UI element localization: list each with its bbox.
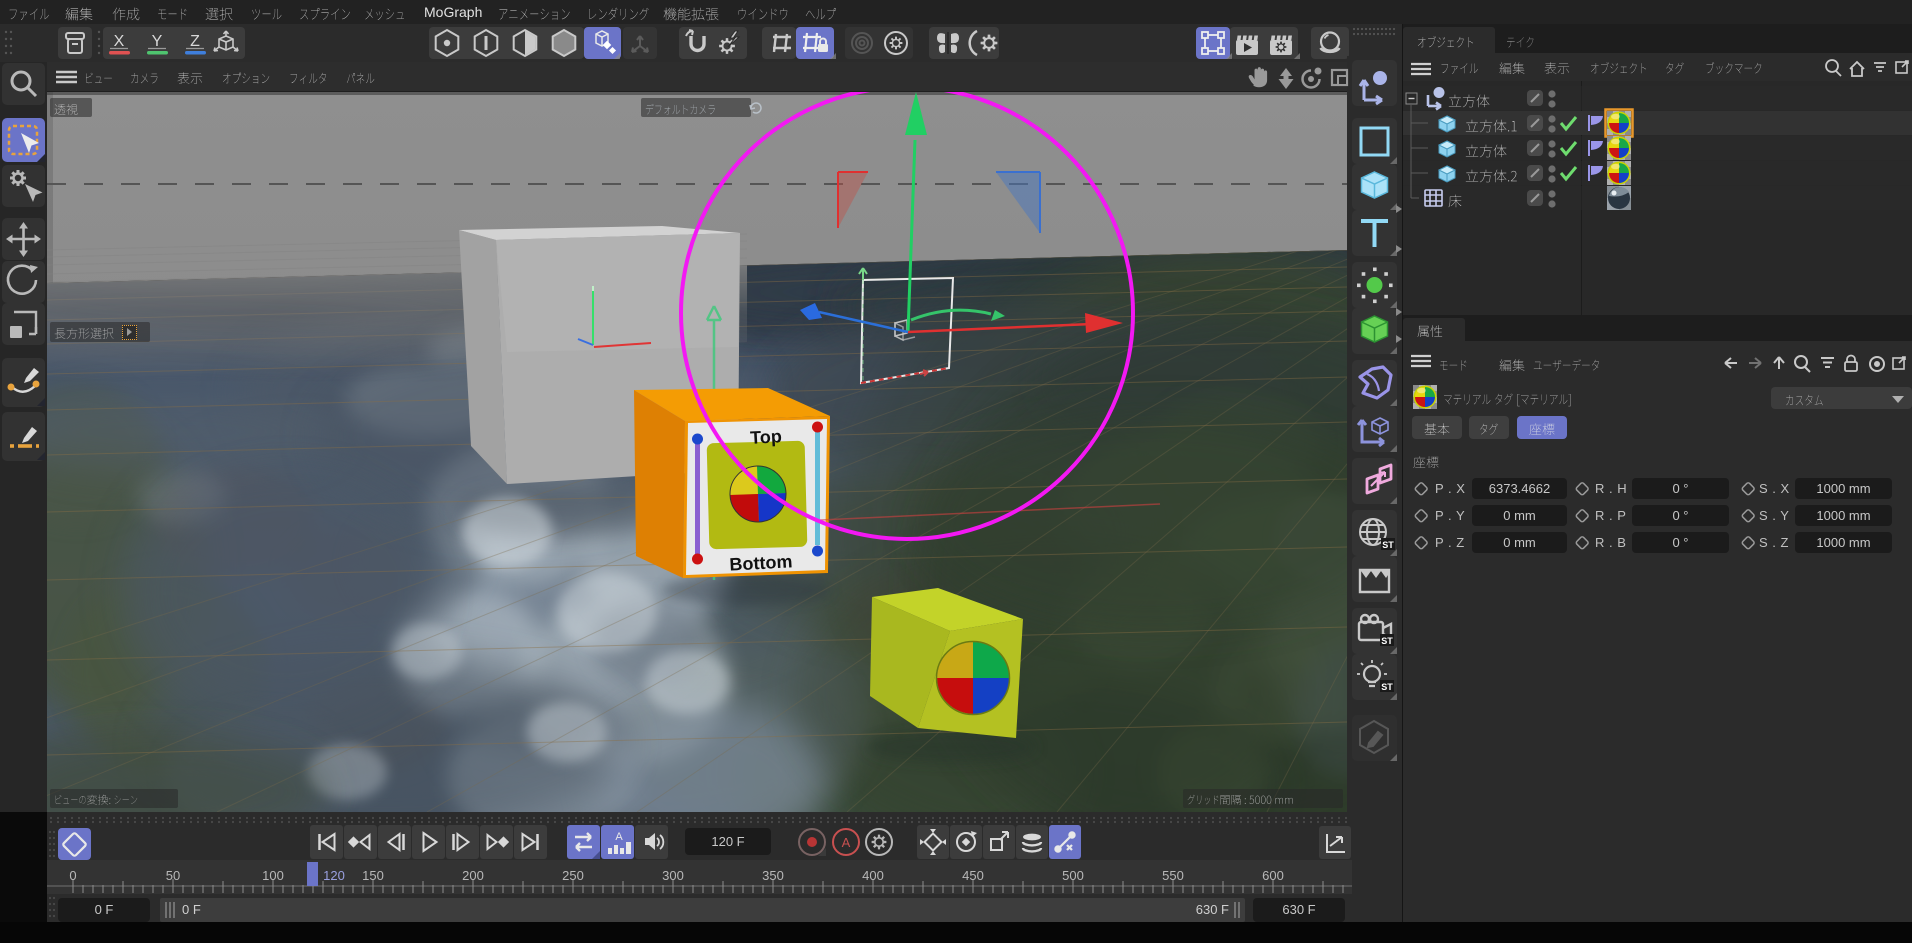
- svg-text:120: 120: [323, 868, 345, 883]
- svg-text:630 F: 630 F: [1196, 902, 1229, 917]
- svg-text:450: 450: [962, 868, 984, 883]
- svg-text:150: 150: [362, 868, 384, 883]
- svg-text:0 F: 0 F: [182, 902, 201, 917]
- svg-text:Top: Top: [750, 426, 783, 448]
- svg-text:50: 50: [166, 868, 180, 883]
- svg-text:X: X: [114, 33, 125, 50]
- svg-text:120 F: 120 F: [711, 834, 744, 849]
- svg-text:550: 550: [1162, 868, 1184, 883]
- svg-text:0: 0: [69, 868, 76, 883]
- svg-text:Y: Y: [152, 33, 163, 50]
- svg-text:600: 600: [1262, 868, 1284, 883]
- svg-text:ST: ST: [1382, 540, 1394, 550]
- svg-text:500: 500: [1062, 868, 1084, 883]
- svg-text:400: 400: [862, 868, 884, 883]
- svg-text:250: 250: [562, 868, 584, 883]
- svg-text:ST: ST: [1381, 636, 1393, 646]
- svg-text:A: A: [842, 835, 851, 850]
- svg-text:Bottom: Bottom: [729, 551, 793, 574]
- svg-text:630 F: 630 F: [1282, 902, 1315, 917]
- svg-text:Z: Z: [190, 33, 200, 50]
- svg-text:A: A: [615, 831, 623, 843]
- svg-text:ST: ST: [1381, 682, 1393, 692]
- svg-text:0 F: 0 F: [95, 902, 114, 917]
- svg-text:200: 200: [462, 868, 484, 883]
- svg-text:350: 350: [762, 868, 784, 883]
- svg-text:100: 100: [262, 868, 284, 883]
- svg-text:300: 300: [662, 868, 684, 883]
